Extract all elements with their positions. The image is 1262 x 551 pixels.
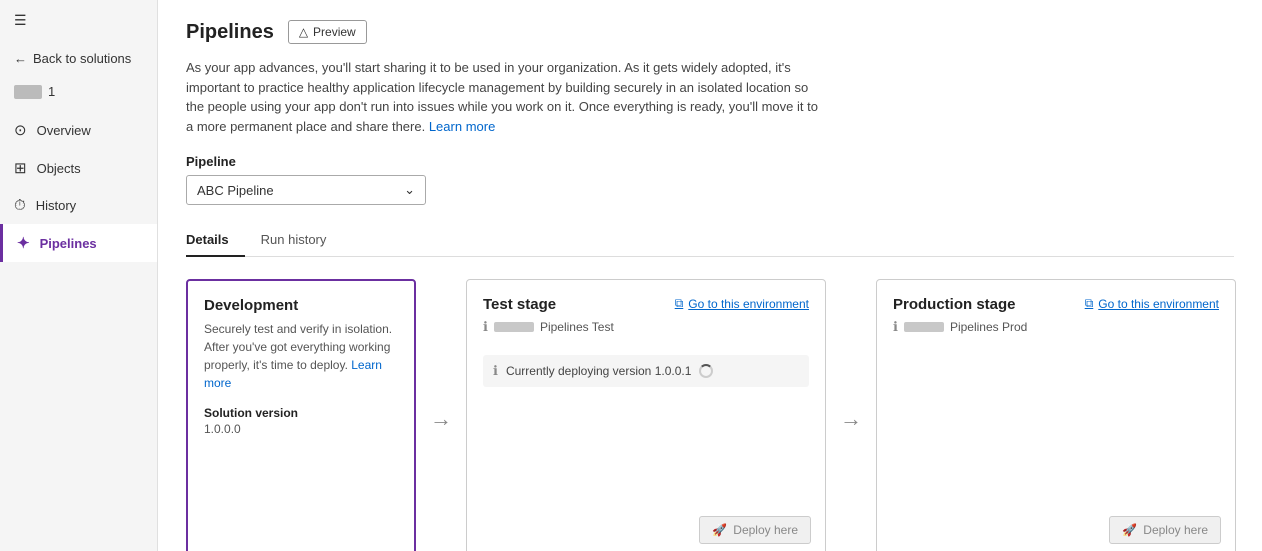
sidebar-item-objects[interactable]: ⊞ Objects (0, 149, 157, 187)
env-info-icon: ℹ (483, 319, 488, 335)
hamburger-icon: ☰ (14, 12, 27, 28)
sidebar-item-overview[interactable]: ⊙ Overview (0, 111, 157, 149)
tabs-bar: Details Run history (186, 223, 1234, 257)
test-go-to-env-link[interactable]: ⧉ Go to this environment (675, 296, 809, 311)
preview-icon: △ (299, 25, 308, 39)
pipeline-dropdown[interactable]: ABC Pipeline ⌄ (186, 175, 426, 205)
deploying-status-bar: ℹ Currently deploying version 1.0.0.1 (483, 355, 809, 387)
test-stage-title: Test stage (483, 296, 614, 313)
production-stage-env: ℹ Pipelines Prod (893, 319, 1027, 335)
prod-env-info-icon: ℹ (893, 319, 898, 335)
page-header: Pipelines △ Preview (186, 20, 1234, 44)
solution-version-label: Solution version (204, 406, 398, 420)
test-stage: Test stage ℹ Pipelines Test ⧉ Go to this… (466, 279, 826, 551)
sidebar: ☰ ← Back to solutions 1 ⊙ Overview ⊞ Obj… (0, 0, 158, 551)
test-stage-header: Test stage ℹ Pipelines Test ⧉ Go to this… (483, 296, 809, 345)
test-stage-env: ℹ Pipelines Test (483, 319, 614, 335)
right-arrow-icon-2: → (840, 406, 862, 432)
prod-env-color-swatch (904, 322, 944, 332)
user-section: 1 (0, 76, 157, 107)
hamburger-menu[interactable]: ☰ (0, 0, 157, 41)
production-stage: Production stage ℹ Pipelines Prod ⧉ Go t… (876, 279, 1236, 551)
sidebar-item-pipelines[interactable]: ✦ Pipelines (0, 224, 157, 262)
page-description: As your app advances, you'll start shari… (186, 58, 826, 136)
pipelines-icon: ✦ (17, 234, 30, 252)
tab-details[interactable]: Details (186, 224, 245, 257)
preview-button-label: Preview (313, 25, 356, 39)
production-env-name: Pipelines Prod (950, 320, 1027, 334)
sidebar-item-label: Pipelines (40, 236, 97, 251)
sidebar-item-label: History (36, 198, 76, 213)
pipeline-selected-value: ABC Pipeline (197, 183, 274, 198)
production-stage-header: Production stage ℹ Pipelines Prod ⧉ Go t… (893, 296, 1219, 345)
development-stage: Development Securely test and verify in … (186, 279, 416, 551)
sidebar-item-label: Overview (37, 123, 91, 138)
user-number: 1 (48, 84, 55, 99)
external-link-icon: ⧉ (675, 296, 684, 311)
deploying-spinner (699, 364, 713, 378)
arrow-test-to-prod: → (826, 279, 876, 551)
objects-icon: ⊞ (14, 159, 27, 177)
pipeline-label: Pipeline (186, 154, 1234, 169)
production-stage-title: Production stage (893, 296, 1027, 313)
back-label: Back to solutions (33, 51, 131, 66)
main-content: Pipelines △ Preview As your app advances… (158, 0, 1262, 551)
arrow-dev-to-test: → (416, 279, 466, 551)
env-color-swatch (494, 322, 534, 332)
test-deploy-here-button[interactable]: 🚀 Deploy here (699, 516, 811, 544)
development-stage-title: Development (204, 297, 398, 314)
learn-more-link[interactable]: Learn more (429, 119, 495, 134)
sidebar-item-history[interactable]: ⏱ History (0, 187, 157, 224)
sidebar-item-label: Objects (37, 161, 81, 176)
solution-version-value: 1.0.0.0 (204, 422, 398, 436)
development-stage-description: Securely test and verify in isolation. A… (204, 320, 398, 392)
production-deploy-here-button[interactable]: 🚀 Deploy here (1109, 516, 1221, 544)
user-avatar (14, 85, 42, 99)
production-go-to-env-link[interactable]: ⧉ Go to this environment (1085, 296, 1219, 311)
deploying-text: Currently deploying version 1.0.0.1 (506, 364, 691, 378)
right-arrow-icon: → (430, 406, 452, 432)
deploying-info-icon: ℹ (493, 363, 498, 379)
sidebar-nav: ⊙ Overview ⊞ Objects ⏱ History ✦ Pipelin… (0, 111, 157, 262)
preview-button[interactable]: △ Preview (288, 20, 367, 44)
stages-area: Development Securely test and verify in … (186, 279, 1234, 551)
back-arrow-icon: ← (14, 51, 27, 66)
rocket-icon-2: 🚀 (1122, 523, 1137, 537)
page-title: Pipelines (186, 21, 274, 44)
external-link-icon-2: ⧉ (1085, 296, 1094, 311)
test-env-name: Pipelines Test (540, 320, 614, 334)
history-icon: ⏱ (14, 197, 26, 214)
back-to-solutions[interactable]: ← Back to solutions (0, 41, 157, 76)
chevron-down-icon: ⌄ (404, 182, 415, 198)
description-text: As your app advances, you'll start shari… (186, 60, 818, 134)
rocket-icon: 🚀 (712, 523, 727, 537)
tab-run-history[interactable]: Run history (261, 224, 343, 257)
overview-icon: ⊙ (14, 121, 27, 139)
